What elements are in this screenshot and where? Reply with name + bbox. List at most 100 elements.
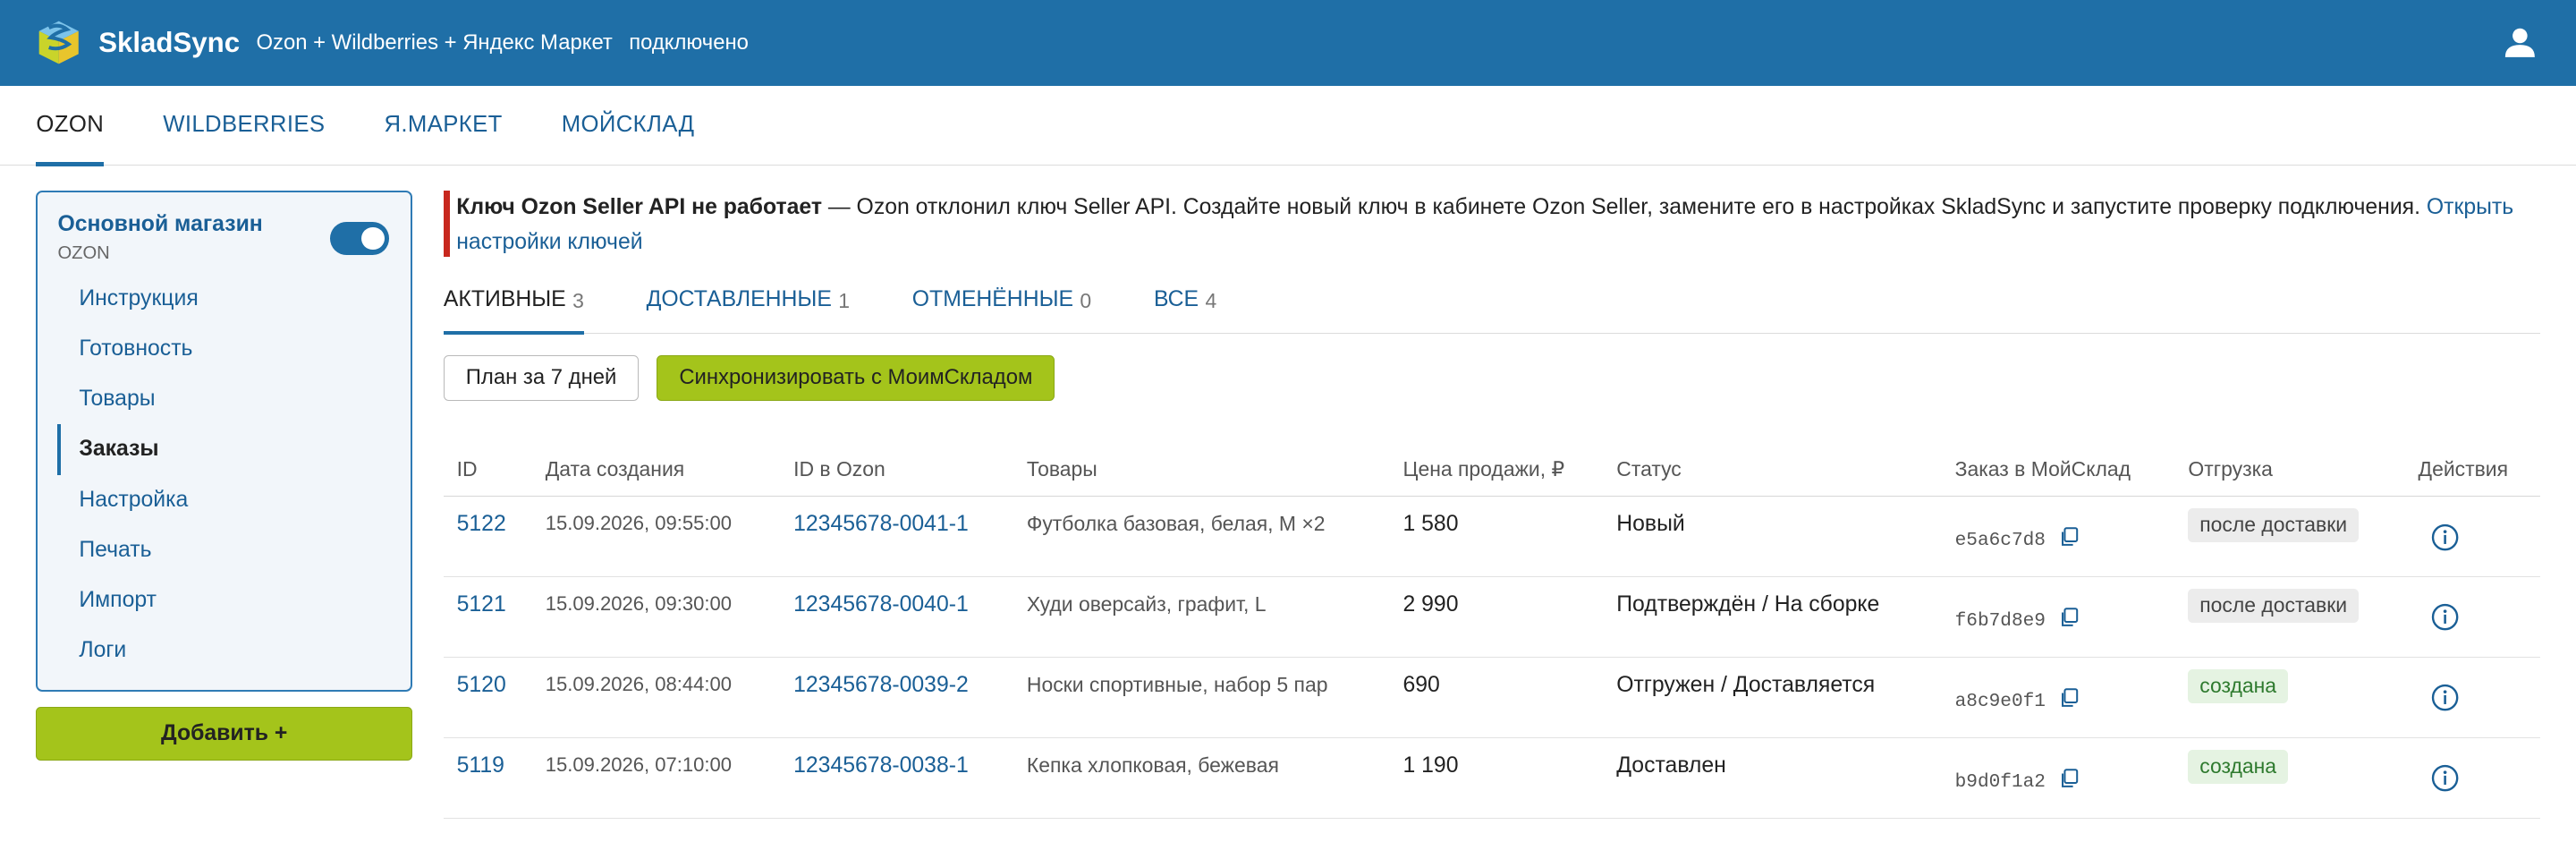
column-header-status: Статус: [1603, 443, 1942, 498]
info-icon[interactable]: [2431, 523, 2459, 551]
sidebar-item-orders[interactable]: Заказы: [38, 424, 411, 476]
tab-count: 1: [838, 289, 850, 313]
tab-yandex-market[interactable]: Я.МАРКЕТ: [384, 86, 502, 166]
order-date: 15.09.2026, 08:44:00: [532, 657, 781, 739]
main-content: Ключ Ozon Seller API не работает — Ozon …: [443, 191, 2540, 820]
copy-icon[interactable]: [2059, 769, 2079, 788]
sidebar-item-instructions[interactable]: Инструкция: [38, 274, 411, 324]
table-row: 5120 15.09.2026, 08:44:00 12345678-0039-…: [443, 657, 2540, 739]
ms-order-hash: e5a6c7d8: [1954, 530, 2046, 552]
brand-name: SkladSync: [98, 26, 241, 58]
sync-moysklad-button[interactable]: Синхронизировать с МоимСкладом: [657, 354, 1055, 402]
copy-icon[interactable]: [2059, 527, 2079, 547]
sidebar: Основной магазин OZON Инструкция Готовно…: [36, 191, 412, 761]
order-date: 15.09.2026, 09:55:00: [532, 496, 781, 578]
tab-count: 0: [1080, 289, 1092, 313]
table-header-row: ID Дата создания ID в Ozon Товары Цена п…: [443, 443, 2540, 498]
shipment-badge: создана: [2188, 749, 2288, 784]
shop-name[interactable]: Основной магазин: [57, 212, 262, 237]
shipment-badge: после доставки: [2188, 588, 2359, 623]
tab-cancelled-orders[interactable]: ОТМЕНЁННЫЕ 0: [912, 276, 1091, 333]
column-header-actions: Действия: [2404, 443, 2540, 498]
shop-header: Основной магазин OZON: [38, 212, 411, 264]
column-header-date: Дата создания: [532, 443, 781, 498]
column-header-ms-order: Заказ в МойСклад: [1941, 443, 2175, 498]
top-bar: SkladSync Ozon + Wildberries + Яндекс Ма…: [0, 0, 2576, 86]
ozon-id-link[interactable]: 12345678-0040-1: [793, 592, 969, 617]
order-date: 15.09.2026, 07:10:00: [532, 737, 781, 820]
tab-delivered-orders[interactable]: ДОСТАВЛЕННЫЕ 1: [647, 276, 850, 333]
alert-title: Ключ Ozon Seller API не работает: [456, 195, 822, 220]
ms-order-hash: a8c9e0f1: [1954, 691, 2046, 713]
tab-ozon[interactable]: OZON: [36, 86, 105, 168]
column-header-goods: Товары: [1013, 443, 1390, 498]
order-status: Подтверждён / На сборке: [1603, 576, 1942, 659]
tab-label: ВСЕ: [1153, 287, 1199, 312]
order-status: Отгружен / Доставляется: [1603, 657, 1942, 739]
column-header-id: ID: [443, 443, 533, 498]
orders-table: ID Дата создания ID в Ozon Товары Цена п…: [443, 443, 2540, 820]
tab-wildberries[interactable]: WILDBERRIES: [163, 86, 325, 166]
order-goods: Худи оверсайз, графит, L: [1013, 576, 1390, 659]
shipment-badge: создана: [2188, 668, 2288, 703]
info-icon[interactable]: [2431, 764, 2459, 792]
ozon-id-link[interactable]: 12345678-0039-2: [793, 673, 969, 697]
api-key-alert: Ключ Ozon Seller API не работает — Ozon …: [443, 191, 2540, 257]
tab-label: ОТМЕНЁННЫЕ: [911, 287, 1074, 312]
order-price: 2 990: [1389, 576, 1604, 659]
order-date: 15.09.2026, 09:30:00: [532, 576, 781, 659]
order-price: 1 580: [1389, 496, 1604, 578]
sidebar-nav: Инструкция Готовность Товары Заказы Наст…: [38, 274, 411, 675]
tab-moysklad[interactable]: МОЙСКЛАД: [562, 86, 695, 166]
order-status: Доставлен: [1603, 737, 1942, 820]
table-row: 5119 15.09.2026, 07:10:00 12345678-0038-…: [443, 737, 2540, 820]
info-icon[interactable]: [2431, 684, 2459, 711]
sidebar-item-products[interactable]: Товары: [38, 374, 411, 424]
tab-all-orders[interactable]: ВСЕ 4: [1154, 276, 1216, 333]
shop-card: Основной магазин OZON Инструкция Готовно…: [36, 191, 412, 693]
column-header-price: Цена продажи, ₽: [1389, 443, 1604, 498]
table-row: 5122 15.09.2026, 09:55:00 12345678-0041-…: [443, 496, 2540, 578]
order-id-link[interactable]: 5120: [457, 673, 506, 697]
tab-active-orders[interactable]: АКТИВНЫЕ 3: [443, 276, 585, 336]
shop-marketplace: OZON: [57, 243, 110, 264]
order-actions: План за 7 дней Синхронизировать с МоимСк…: [443, 354, 2540, 402]
tab-count: 3: [572, 289, 584, 313]
order-id-link[interactable]: 5119: [457, 753, 504, 778]
info-icon[interactable]: [2431, 603, 2459, 631]
sidebar-item-readiness[interactable]: Готовность: [38, 324, 411, 374]
copy-icon[interactable]: [2059, 688, 2079, 708]
sidebar-item-logs[interactable]: Логи: [38, 625, 411, 676]
logo-icon: [39, 21, 80, 64]
sidebar-item-settings[interactable]: Настройка: [38, 475, 411, 525]
app-root: SkladSync Ozon + Wildberries + Яндекс Ма…: [0, 0, 2576, 858]
column-header-ozon-id: ID в Ozon: [780, 443, 1014, 498]
order-id-link[interactable]: 5121: [457, 592, 506, 617]
order-tabs: АКТИВНЫЕ 3 ДОСТАВЛЕННЫЕ 1 ОТМЕНЁННЫЕ 0 ВСЕ 4: [443, 276, 2540, 336]
order-price: 1 190: [1389, 737, 1604, 820]
order-goods: Кепка хлопковая, бежевая: [1013, 737, 1390, 820]
column-header-shipment: Отгрузка: [2174, 443, 2405, 498]
order-status: Новый: [1603, 496, 1942, 578]
table-row: 5121 15.09.2026, 09:30:00 12345678-0040-…: [443, 576, 2540, 659]
order-goods: Носки спортивные, набор 5 пар: [1013, 657, 1390, 739]
ozon-id-link[interactable]: 12345678-0038-1: [793, 753, 969, 778]
marketplace-tabs: OZON WILDBERRIES Я.МАРКЕТ МОЙСКЛАД: [0, 86, 2576, 168]
add-shop-button[interactable]: Добавить +: [36, 706, 412, 761]
sidebar-item-print[interactable]: Печать: [38, 525, 411, 575]
order-id-link[interactable]: 5122: [457, 512, 506, 536]
ms-order-hash: b9d0f1a2: [1954, 771, 2046, 794]
shop-enabled-toggle[interactable]: [330, 222, 390, 255]
sidebar-item-import[interactable]: Импорт: [38, 575, 411, 625]
tab-label: ДОСТАВЛЕННЫЕ: [646, 287, 832, 312]
user-icon[interactable]: [2504, 26, 2537, 59]
tab-label: АКТИВНЫЕ: [443, 287, 566, 312]
plan-7-days-button[interactable]: План за 7 дней: [443, 354, 640, 402]
connection-status: подключено: [629, 30, 749, 55]
tab-count: 4: [1205, 289, 1217, 313]
ms-order-hash: f6b7d8e9: [1954, 610, 2046, 633]
shipment-badge: после доставки: [2188, 507, 2359, 542]
alert-message: — Ozon отклонил ключ Seller API. Создайт…: [822, 195, 2427, 220]
copy-icon[interactable]: [2059, 608, 2079, 627]
ozon-id-link[interactable]: 12345678-0041-1: [793, 512, 969, 536]
